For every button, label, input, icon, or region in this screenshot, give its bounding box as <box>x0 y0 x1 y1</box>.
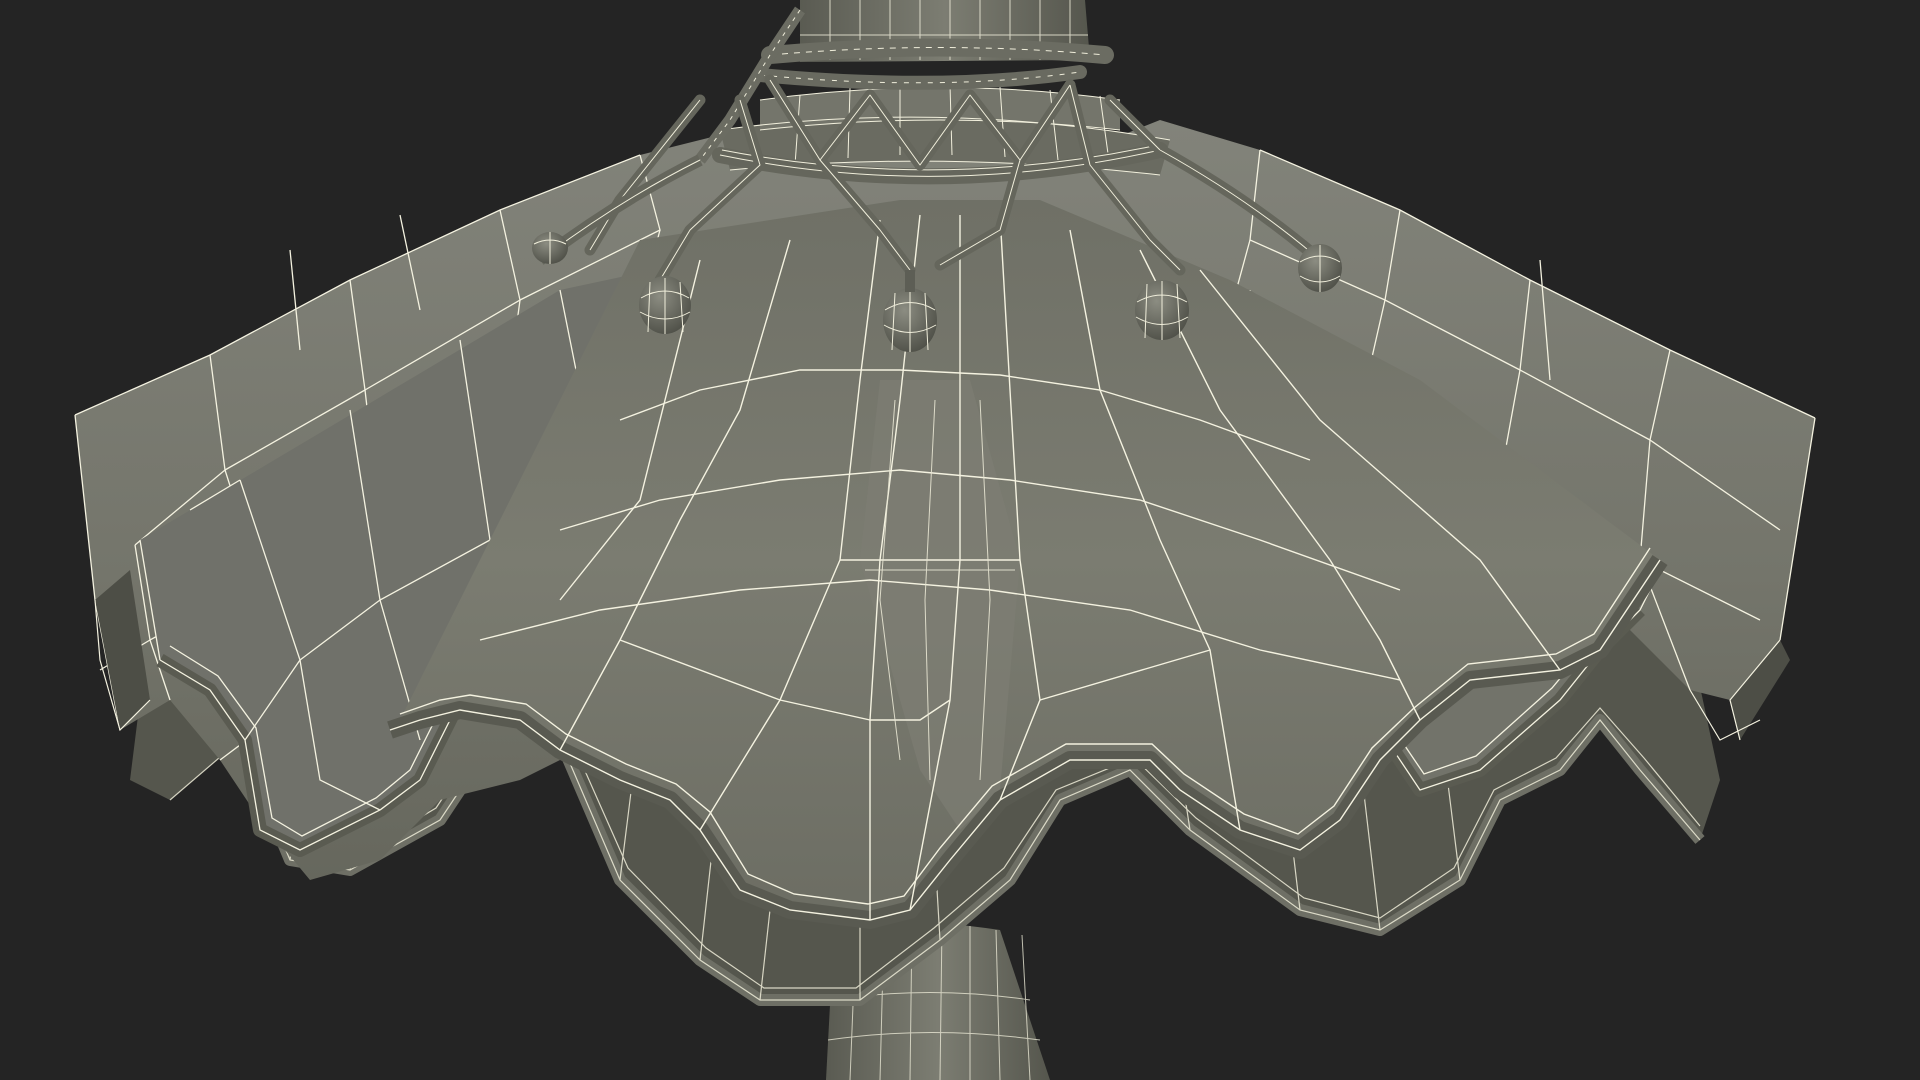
tassel-drop-far-left <box>532 232 568 264</box>
tassel-drop-far-right <box>1298 244 1342 292</box>
tassel-drop-right <box>1135 280 1189 340</box>
render-viewport <box>0 0 1920 1080</box>
tassel-drop-left <box>639 276 691 334</box>
lampshade-wireframe-scene <box>74 0 1816 1080</box>
